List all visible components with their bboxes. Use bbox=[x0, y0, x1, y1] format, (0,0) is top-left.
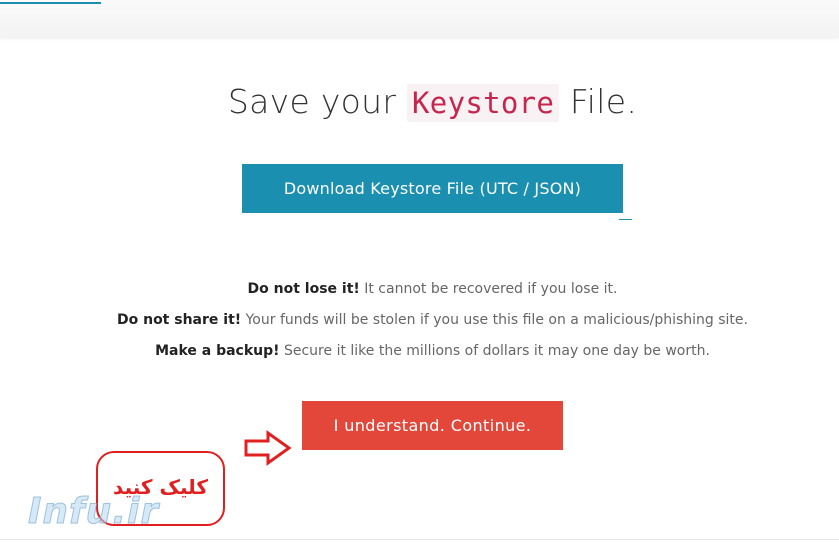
right-arrow-outline-icon bbox=[244, 430, 292, 466]
page-title: Save your Keystore File. bbox=[0, 82, 839, 122]
page: Save your Keystore File. Download Keysto… bbox=[0, 0, 839, 542]
warning-bold: Do not lose it! bbox=[247, 281, 360, 297]
active-tab-indicator bbox=[0, 2, 101, 4]
title-suffix: File. bbox=[569, 82, 638, 121]
warning-text: Secure it like the millions of dollars i… bbox=[279, 343, 710, 359]
warning-item: Make a backup! Secure it like the millio… bbox=[0, 340, 839, 371]
warning-item: Do not share it! Your funds will be stol… bbox=[0, 309, 839, 340]
warning-item: Do not lose it! It cannot be recovered i… bbox=[0, 278, 839, 309]
continue-button[interactable]: I understand. Continue. bbox=[302, 401, 563, 450]
warning-text: It cannot be recovered if you lose it. bbox=[359, 281, 618, 297]
download-keystore-button[interactable]: Download Keystore File (UTC / JSON) bbox=[242, 164, 623, 213]
warning-bold: Make a backup! bbox=[155, 343, 280, 359]
warning-text: Your funds will be stolen if you use thi… bbox=[241, 312, 748, 328]
watermark-logo: Infu.ir bbox=[27, 491, 160, 532]
warning-list: Do not lose it! It cannot be recovered i… bbox=[0, 278, 839, 371]
bottom-divider bbox=[0, 539, 839, 540]
title-code-word: Keystore bbox=[407, 84, 560, 122]
top-nav-bar bbox=[0, 0, 839, 38]
warning-bold: Do not share it! bbox=[116, 312, 242, 328]
divider-dash bbox=[619, 219, 632, 220]
title-prefix: Save your bbox=[227, 82, 397, 121]
